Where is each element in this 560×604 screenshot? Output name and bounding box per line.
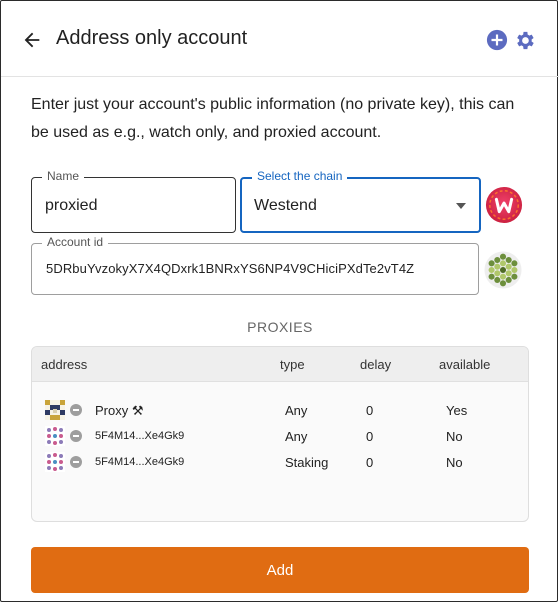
proxy-available: No bbox=[446, 429, 463, 444]
proxy-address: Proxy ⚒ bbox=[95, 403, 144, 418]
proxy-identicon-icon bbox=[45, 426, 65, 446]
dropdown-caret-icon[interactable] bbox=[456, 203, 466, 209]
add-circle-icon[interactable] bbox=[486, 29, 508, 51]
remove-proxy-icon[interactable] bbox=[70, 430, 82, 442]
add-button[interactable]: Add bbox=[31, 547, 529, 593]
proxies-table: address type delay available Proxy ⚒ Any… bbox=[31, 346, 529, 522]
proxy-delay: 0 bbox=[366, 429, 374, 444]
account-id-field[interactable]: Account id 5DRbuYvzokyX7X4QDxrk1BNRxYS6N… bbox=[31, 235, 479, 295]
header: Address only account bbox=[1, 1, 559, 77]
proxy-identicon-icon bbox=[45, 400, 65, 420]
account-id-label: Account id bbox=[42, 235, 109, 249]
remove-proxy-icon[interactable] bbox=[70, 404, 82, 416]
proxy-available: No bbox=[446, 455, 463, 470]
proxy-row: 5F4M14...Xe4Gk9 Any 0 No bbox=[32, 424, 528, 450]
name-field[interactable]: Name proxied bbox=[31, 169, 236, 233]
column-header-type: type bbox=[280, 357, 305, 372]
page-title: Address only account bbox=[56, 27, 248, 49]
name-field-label: Name bbox=[42, 169, 85, 183]
proxy-row: Proxy ⚒ Any 0 Yes bbox=[32, 398, 528, 424]
proxy-type: Staking bbox=[285, 455, 329, 470]
proxy-delay: 0 bbox=[366, 455, 374, 470]
remove-proxy-icon[interactable] bbox=[70, 456, 82, 468]
address-only-account-window: Address only account Enter just your acc… bbox=[0, 0, 559, 602]
column-header-address: address bbox=[41, 357, 88, 372]
proxy-type: Any bbox=[285, 429, 308, 444]
chain-select-label: Select the chain bbox=[252, 169, 348, 183]
chain-select[interactable]: Select the chain Westend bbox=[240, 169, 481, 233]
name-input-value[interactable]: proxied bbox=[45, 197, 97, 215]
proxies-section-title: PROXIES bbox=[247, 319, 313, 335]
proxy-type: Any bbox=[285, 403, 308, 418]
proxies-table-header: address type delay available bbox=[32, 347, 528, 382]
back-arrow-icon[interactable] bbox=[21, 29, 43, 51]
account-id-input-value[interactable]: 5DRbuYvzokyX7X4QDxrk1BNRxYS6NP4V9CHiciPX… bbox=[46, 261, 414, 276]
description-text: Enter just your account's public informa… bbox=[31, 96, 515, 141]
account-identicon-icon bbox=[484, 251, 522, 289]
proxy-address: 5F4M14...Xe4Gk9 bbox=[95, 456, 185, 468]
proxy-delay: 0 bbox=[366, 403, 374, 418]
column-header-available: available bbox=[439, 357, 491, 372]
chain-select-value[interactable]: Westend bbox=[254, 197, 317, 215]
gear-icon[interactable] bbox=[513, 29, 536, 52]
westend-logo-icon bbox=[485, 186, 523, 224]
proxy-available: Yes bbox=[446, 403, 468, 418]
column-header-delay: delay bbox=[360, 357, 392, 372]
proxy-identicon-icon bbox=[45, 452, 65, 472]
proxy-row: 5F4M14...Xe4Gk9 Staking 0 No bbox=[32, 450, 528, 476]
proxy-address: 5F4M14...Xe4Gk9 bbox=[95, 430, 185, 442]
